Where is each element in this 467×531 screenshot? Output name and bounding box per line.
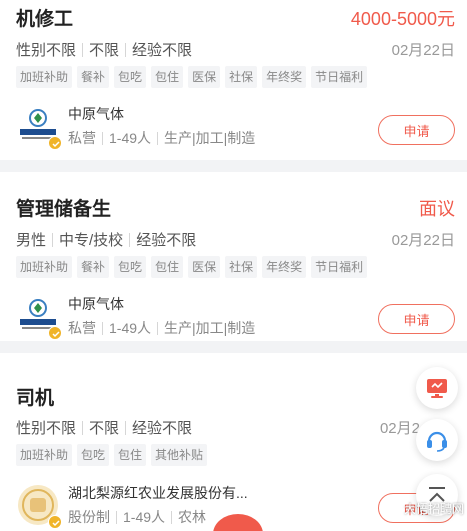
requirement-experience: 经验不限	[132, 42, 193, 59]
apply-button[interactable]: 申请	[378, 115, 455, 145]
tag: 包住	[151, 66, 184, 88]
company-industry: 农林	[178, 509, 207, 525]
tag: 社保	[225, 66, 258, 88]
tag: 年终奖	[262, 66, 307, 88]
company-type: 私营	[68, 320, 96, 336]
requirement-gender: 男性	[16, 232, 47, 249]
verified-badge-icon	[48, 136, 62, 150]
post-date: 02月22日	[391, 232, 455, 249]
benefit-tags: 加班补助 包吃 包住 其他补贴	[16, 444, 208, 466]
tag: 医保	[188, 256, 221, 278]
tag: 医保	[188, 66, 221, 88]
requirement-gender: 性别不限	[16, 420, 77, 437]
company-size: 1-49人	[123, 509, 166, 525]
tag: 社保	[225, 256, 258, 278]
watermark: 大悟招聘网	[380, 500, 464, 517]
job-salary: 4000-5000元	[350, 8, 455, 29]
company-industry: 生产|加工|制造	[164, 320, 256, 336]
apply-button[interactable]: 申请	[378, 304, 455, 334]
requirement-education: 不限	[89, 420, 120, 437]
requirement-education: 不限	[89, 42, 120, 59]
job-requirements: 男性 中专/技校 经验不限	[16, 229, 196, 250]
tag: 节日福利	[311, 256, 368, 278]
tag: 其他补贴	[151, 444, 208, 466]
tag: 加班补助	[16, 444, 73, 466]
tag: 节日福利	[311, 66, 368, 88]
job-card[interactable]: 管理储备生 面议 男性 中专/技校 经验不限 02月22日 加班补助 餐补 包吃…	[0, 172, 467, 341]
company-logo	[16, 104, 62, 150]
tag: 包吃	[77, 444, 110, 466]
requirement-experience: 经验不限	[136, 232, 197, 249]
job-requirements: 性别不限 不限 经验不限	[16, 39, 192, 60]
company-name: 中原气体	[68, 106, 124, 122]
job-title: 管理储备生	[16, 199, 112, 220]
job-title: 机修工	[16, 9, 74, 30]
tag: 包住	[114, 444, 147, 466]
company-logo	[16, 294, 62, 340]
company-size: 1-49人	[109, 320, 152, 336]
verified-badge-icon	[48, 515, 62, 529]
post-date: 02月2	[379, 420, 420, 437]
company-size: 1-49人	[109, 130, 152, 146]
headset-icon	[427, 431, 447, 452]
requirement-gender: 性别不限	[16, 42, 77, 59]
job-requirements: 性别不限 不限 经验不限	[16, 417, 192, 438]
company-name: 中原气体	[68, 296, 124, 312]
company-type: 私营	[68, 130, 96, 146]
job-title: 司机	[16, 388, 55, 409]
fab-service-button[interactable]	[416, 419, 458, 461]
fab-monitor-button[interactable]	[416, 367, 458, 409]
tag: 加班补助	[16, 66, 73, 88]
company-name: 湖北梨源红农业发展股份有...	[68, 485, 248, 501]
tag: 年终奖	[262, 256, 307, 278]
benefit-tags: 加班补助 餐补 包吃 包住 医保 社保 年终奖 节日福利	[16, 66, 368, 88]
job-salary: 面议	[419, 198, 455, 219]
tag: 餐补	[77, 66, 110, 88]
company-industry: 生产|加工|制造	[164, 130, 256, 146]
verified-badge-icon	[48, 326, 62, 340]
tag: 包住	[151, 256, 184, 278]
post-date: 02月22日	[391, 42, 455, 59]
tag: 加班补助	[16, 256, 73, 278]
requirement-experience: 经验不限	[132, 420, 193, 437]
wechat-icon	[381, 502, 399, 515]
monitor-icon	[427, 379, 447, 398]
company-type: 股份制	[68, 509, 110, 525]
tag: 包吃	[114, 66, 147, 88]
job-card[interactable]: 机修工 4000-5000元 性别不限 不限 经验不限 02月22日 加班补助 …	[0, 0, 467, 160]
tag: 餐补	[77, 256, 110, 278]
watermark-text: 大悟招聘网	[404, 502, 465, 516]
requirement-education: 中专/技校	[59, 232, 124, 249]
benefit-tags: 加班补助 餐补 包吃 包住 医保 社保 年终奖 节日福利	[16, 256, 368, 278]
company-logo	[16, 483, 62, 529]
tag: 包吃	[114, 256, 147, 278]
